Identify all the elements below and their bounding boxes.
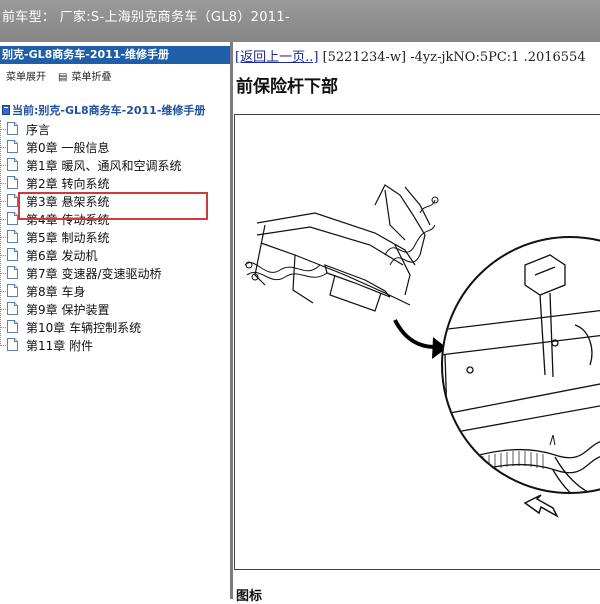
- document-icon: [7, 248, 18, 261]
- tree-connector: [0, 255, 6, 256]
- chapter-tree-item[interactable]: 序言: [0, 120, 230, 138]
- vehicle-model-title: 前车型： 厂家:S-上海别克商务车（GL8）2011-: [2, 10, 290, 25]
- tree-connector: [0, 309, 6, 310]
- breadcrumb: [返回上一页..] [5221234-w] -4yz-jkNO:5PC:1 .2…: [235, 46, 586, 65]
- tree-connector: [0, 237, 6, 238]
- bumper-harness-illustration: [244, 184, 600, 518]
- chapter-label: 序言: [26, 123, 51, 137]
- sidebar-header-label: 别克-GL8商务车-2011-维修手册: [2, 48, 170, 61]
- collapse-menu-button[interactable]: 菜单折叠: [71, 72, 111, 83]
- chapter-tree-item[interactable]: 第2章 转向系统: [0, 174, 230, 192]
- document-code: [5221234-w] -4yz-jkNO:5PC:1 .2016554: [322, 50, 586, 65]
- current-manual-label: 当前:别克-GL8商务车-2011-维修手册: [12, 104, 206, 117]
- chapter-label: 第7章 变速器/变速驱动桥: [26, 267, 162, 281]
- chapter-tree-item[interactable]: 第10章 车辆控制系统: [0, 318, 230, 336]
- expand-menu-button[interactable]: 菜单展开: [6, 72, 46, 83]
- chapter-label: 第6章 发动机: [26, 249, 98, 263]
- back-link[interactable]: [返回上一页..]: [235, 50, 318, 65]
- document-icon: [7, 284, 18, 297]
- tree-connector: [0, 183, 6, 184]
- content-pane: [返回上一页..] [5221234-w] -4yz-jkNO:5PC:1 .2…: [233, 42, 600, 604]
- chapter-label: 第1章 暖风、通风和空调系统: [26, 159, 182, 173]
- chapter-tree-item[interactable]: 第8章 车身: [0, 282, 230, 300]
- chapter-tree-item[interactable]: 第1章 暖风、通风和空调系统: [0, 156, 230, 174]
- chapter-label: 第9章 保护装置: [26, 303, 110, 317]
- document-icon: [7, 176, 18, 189]
- page-title: 前保险杆下部: [236, 77, 338, 97]
- window-title-bar: 前车型： 厂家:S-上海别克商务车（GL8）2011-: [0, 0, 600, 42]
- chapter-tree-item[interactable]: 第11章 附件: [0, 336, 230, 354]
- figure-caption: 图标: [236, 589, 263, 604]
- sidebar-header: 别克-GL8商务车-2011-维修手册: [0, 46, 230, 64]
- chapter-label: 第11章 附件: [26, 339, 94, 353]
- document-icon: [7, 338, 18, 351]
- tree-connector: [0, 273, 6, 274]
- tree-connector: [0, 129, 6, 130]
- tree-connector: [0, 201, 6, 202]
- document-icon: [7, 212, 18, 225]
- chapter-label: 第8章 车身: [26, 285, 86, 299]
- sidebar: 别克-GL8商务车-2011-维修手册 菜单展开 ▤ 菜单折叠 当前:别克-GL8商…: [0, 42, 230, 599]
- document-icon: [7, 230, 18, 243]
- document-icon: [7, 140, 18, 153]
- tree-connector: [0, 327, 6, 328]
- document-icon: [7, 266, 18, 279]
- chapter-label: 第10章 车辆控制系统: [26, 321, 142, 335]
- chapter-tree-item[interactable]: 第6章 发动机: [0, 246, 230, 264]
- selection-highlight-box: [18, 192, 208, 220]
- document-icon: [7, 158, 18, 171]
- document-icon: [7, 194, 18, 207]
- book-icon: [2, 105, 10, 115]
- chapter-tree-item[interactable]: 第5章 制动系统: [0, 228, 230, 246]
- chapter-label: 第5章 制动系统: [26, 231, 110, 245]
- document-icon: [7, 302, 18, 315]
- tree-connector: [0, 345, 6, 346]
- document-icon: [7, 122, 18, 135]
- chapter-tree-item[interactable]: 第9章 保护装置: [0, 300, 230, 318]
- current-manual[interactable]: 当前:别克-GL8商务车-2011-维修手册: [0, 102, 230, 118]
- chapter-label: 第0章 一般信息: [26, 141, 110, 155]
- chapter-tree: 序言 第0章 一般信息 第1章 暖风、通风和空调系统 第2章 转向系统 第3章 悬架系统…: [0, 120, 230, 354]
- tree-connector: [0, 147, 6, 148]
- chapter-tree-item[interactable]: 第0章 一般信息: [0, 138, 230, 156]
- chapter-tree-item[interactable]: 第7章 变速器/变速驱动桥: [0, 264, 230, 282]
- tree-connector: [0, 219, 6, 220]
- diagram-frame: [234, 114, 600, 570]
- document-icon: [7, 320, 18, 333]
- collapse-menu-icon: ▤: [58, 72, 68, 83]
- chapter-label: 第2章 转向系统: [26, 177, 110, 191]
- tree-connector: [0, 291, 6, 292]
- sidebar-toolbar: 菜单展开 ▤ 菜单折叠: [6, 68, 123, 83]
- tree-connector: [0, 165, 6, 166]
